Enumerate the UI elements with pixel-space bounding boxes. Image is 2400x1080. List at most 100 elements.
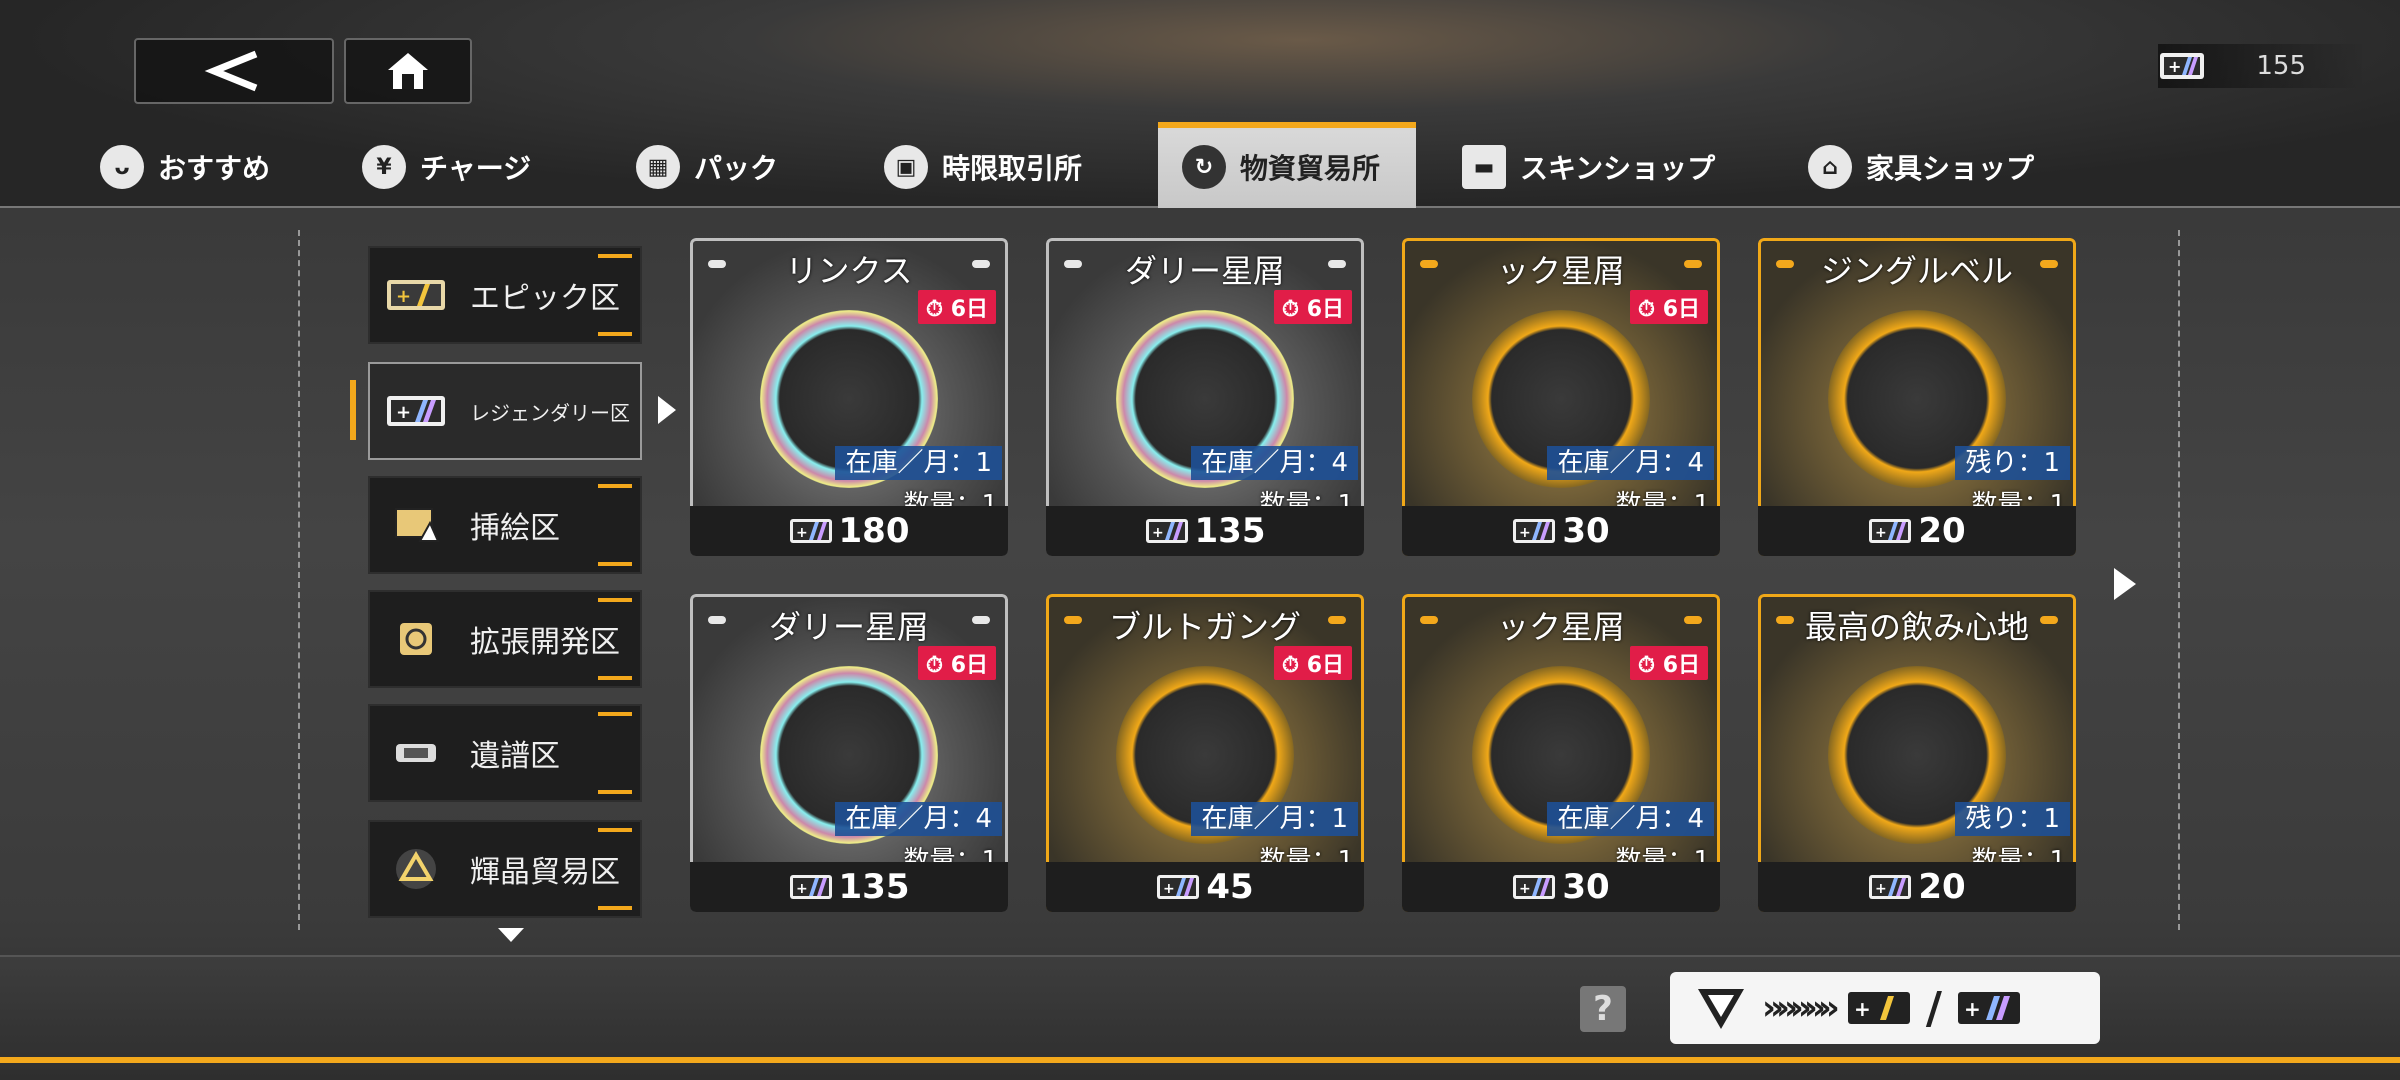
corner-mark [598, 828, 632, 832]
stock-label: 在庫／月：4 [1547, 446, 1714, 480]
epic-ticket-icon: + [1847, 992, 1910, 1024]
sidebar-scroll-down-icon[interactable] [498, 928, 524, 942]
tab-label: スキンショップ [1520, 152, 1716, 185]
price-value: 135 [838, 867, 910, 907]
card-title: ック星屑 [1496, 252, 1625, 290]
legendary-ticket-icon: + [1957, 992, 2020, 1024]
grid-icon: ▣ [884, 145, 928, 189]
item-card[interactable]: ダリー星屑 ⏱ 6日 在庫／月：4 数量：1 +135 [690, 594, 1008, 912]
sidebar-item-crystal-trade[interactable]: 輝晶貿易区 [368, 820, 642, 918]
sofa-icon: ⌂ [1808, 145, 1852, 189]
corner-mark [598, 484, 632, 488]
sidebar-label: エピック区 [470, 281, 620, 316]
svg-text:+: + [1854, 997, 1871, 1021]
sidebar-item-expansion-dev[interactable]: 拡張開発区 [368, 590, 642, 688]
price-bar: +30 [1402, 506, 1720, 556]
badge-text: 6日 [1306, 297, 1344, 322]
item-card[interactable]: リンクス ⏱ 6日 在庫／月：1 数量：1 +180 [690, 238, 1008, 556]
price-value: 30 [1562, 511, 1610, 551]
stock-label: 在庫／月：1 [1191, 802, 1358, 836]
sidebar-label: 遺譜区 [470, 739, 560, 774]
slash-separator: / [1925, 982, 1942, 1034]
badge-text: 6日 [950, 653, 988, 678]
tape-icon [380, 730, 452, 776]
corner-mark [598, 790, 632, 794]
tab-furniture-shop[interactable]: ⌂ 家具ショップ [1808, 126, 2034, 208]
panel-edge-right [2174, 230, 2180, 930]
tab-charge[interactable]: ¥ チャージ [362, 126, 531, 208]
tab-pack[interactable]: ▦ パック [636, 126, 778, 208]
tab-skin-shop[interactable]: ▬ スキンショップ [1462, 126, 1715, 208]
svg-text:+: + [796, 881, 808, 897]
price-bar: +20 [1758, 862, 2076, 912]
svg-text:+: + [1152, 525, 1164, 541]
help-button[interactable]: ? [1580, 986, 1626, 1032]
svg-text:+: + [396, 286, 411, 307]
legendary-ticket-icon: + [1145, 519, 1188, 543]
svg-text:+: + [1163, 881, 1175, 897]
sidebar-label: 拡張開発区 [470, 625, 620, 660]
sidebar-item-epic[interactable]: + エピック区 [368, 246, 642, 344]
card-title: ダリー星屑 [1124, 252, 1285, 290]
stock-label: 在庫／月：4 [1191, 446, 1358, 480]
currency-value: 155 [2256, 51, 2306, 81]
question-icon: ? [1593, 989, 1613, 1029]
sidebar-active-indicator [350, 380, 356, 440]
card-title: 最高の飲み心地 [1804, 608, 2029, 646]
panel-edge-left [298, 230, 304, 930]
tab-label: パック [694, 152, 779, 185]
price-bar: +20 [1758, 506, 2076, 556]
price-value: 45 [1206, 867, 1254, 907]
time-limit-badge: ⏱ 6日 [917, 290, 996, 324]
bunny-icon: ᴗ [100, 145, 144, 189]
tab-recommended[interactable]: ᴗ おすすめ [100, 126, 270, 208]
item-card[interactable]: ブルトガング ⏱ 6日 在庫／月：1 数量：1 +45 [1046, 594, 1364, 912]
sidebar-item-legacy-score[interactable]: 遺譜区 [368, 704, 642, 802]
price-bar: +135 [690, 862, 1008, 912]
tab-label: おすすめ [158, 152, 271, 185]
sidebar-active-arrow [658, 396, 676, 424]
home-button[interactable] [344, 38, 472, 104]
corner-mark [598, 676, 632, 680]
corner-mark [598, 254, 632, 258]
item-card[interactable]: ジングルベル 残り：1 数量：1 +20 [1758, 238, 2076, 556]
sidebar-item-legendary[interactable]: + レジェンダリー区 [368, 362, 642, 460]
stock-label: 在庫／月：1 [835, 446, 1002, 480]
sidebar-item-illustration[interactable]: 挿絵区 [368, 476, 642, 574]
svg-text:+: + [1875, 525, 1887, 541]
item-card[interactable]: 最高の飲み心地 残り：1 数量：1 +20 [1758, 594, 2076, 912]
next-page-icon[interactable] [2112, 566, 2138, 606]
legendary-ticket-icon: + [1157, 875, 1200, 899]
stock-label: 在庫／月：4 [1547, 802, 1714, 836]
svg-text:+: + [1875, 881, 1887, 897]
back-button[interactable] [134, 38, 334, 104]
time-limit-badge: ⏱ 6日 [917, 646, 996, 680]
tab-supply-trade[interactable]: ↻ 物資貿易所 [1158, 122, 1416, 208]
epic-ticket-icon: + [380, 272, 452, 318]
time-limit-badge: ⏱ 6日 [1273, 290, 1352, 324]
item-card[interactable]: ック星屑 ⏱ 6日 在庫／月：4 数量：1 +30 [1402, 238, 1720, 556]
price-bar: +135 [1046, 506, 1364, 556]
tab-limited-exchange[interactable]: ▣ 時限取引所 [884, 126, 1082, 208]
svg-text:+: + [396, 402, 411, 423]
triangle-crystal-icon [380, 846, 452, 892]
badge-text: 6日 [1306, 653, 1344, 678]
currency-display: + 155 [2158, 44, 2362, 88]
main-tabs: ᴗ おすすめ ¥ チャージ ▦ パック ▣ 時限取引所 ↻ 物資貿易所 ▬ スキンショップ … [0, 122, 2400, 208]
legendary-ticket-icon: + [789, 519, 832, 543]
time-limit-badge: ⏱ 6日 [1629, 290, 1708, 324]
gift-icon: ▦ [636, 145, 680, 189]
tab-label: 物資貿易所 [1240, 152, 1381, 185]
sidebar-label: 挿絵区 [470, 511, 560, 546]
tab-label: 時限取引所 [942, 152, 1083, 185]
sidebar-label: レジェンダリー区 [470, 400, 630, 425]
chip-icon [380, 616, 452, 662]
legendary-ticket-icon: + [1869, 875, 1912, 899]
home-icon [388, 53, 428, 89]
item-card[interactable]: ック星屑 ⏱ 6日 在庫／月：4 数量：1 +30 [1402, 594, 1720, 912]
corner-mark [598, 906, 632, 910]
card-title: ブルトガング [1108, 608, 1301, 646]
item-card[interactable]: ダリー星屑 ⏱ 6日 在庫／月：4 数量：1 +135 [1046, 238, 1364, 556]
svg-text:+: + [1519, 525, 1531, 541]
time-limit-badge: ⏱ 6日 [1273, 646, 1352, 680]
